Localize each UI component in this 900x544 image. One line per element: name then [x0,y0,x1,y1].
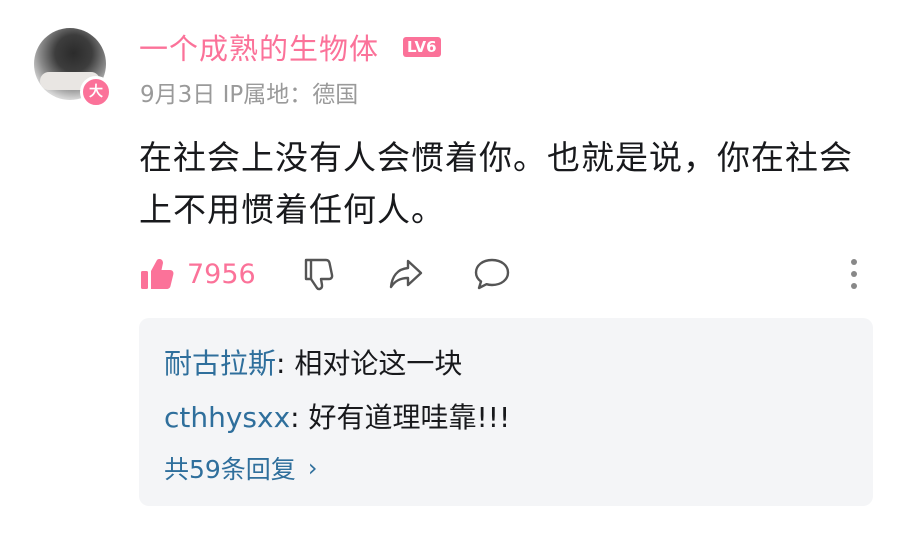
comment-card: 大 一个成熟的生物体 LV6 9月3日 IP属地：德国 在社会上没有人会惯着你。… [0,0,900,544]
username[interactable]: 一个成熟的生物体 [139,26,379,68]
official-badge-icon: 大 [80,76,112,108]
thumbs-up-icon [141,259,174,289]
reply-author[interactable]: cthhysxx [164,401,290,434]
reply-item[interactable]: cthhysxx: 好有道理哇靠!!! [164,396,510,436]
comment-date: 9月3日 [140,82,216,108]
like-count: 7956 [187,258,256,290]
level-badge: LV6 [403,37,441,57]
share-icon[interactable] [386,254,426,294]
view-all-replies-label: 共59条回复 [164,455,296,484]
more-options-icon[interactable] [844,256,864,292]
view-all-replies-link[interactable]: 共59条回复 › [164,450,317,486]
chevron-right-icon: › [307,454,318,482]
reply-text: : 相对论这一块 [276,347,463,380]
reply-preview-box[interactable]: 耐古拉斯: 相对论这一块 cthhysxx: 好有道理哇靠!!! 共59条回复 … [139,318,873,506]
action-bar: 7956 [139,250,879,298]
reply-author[interactable]: 耐古拉斯 [164,347,276,380]
ip-location: IP属地：德国 [222,82,359,108]
comment-meta: 9月3日 IP属地：德国 [140,75,358,109]
thumbs-down-icon[interactable] [299,254,339,294]
like-button[interactable]: 7956 [139,254,256,294]
reply-item[interactable]: 耐古拉斯: 相对论这一块 [164,342,462,382]
reply-text: : 好有道理哇靠!!! [290,401,511,434]
comment-text: 在社会上没有人会惯着你。也就是说，你在社会上不用惯着任何人。 [139,138,853,229]
comment-bubble-icon[interactable] [472,254,512,294]
